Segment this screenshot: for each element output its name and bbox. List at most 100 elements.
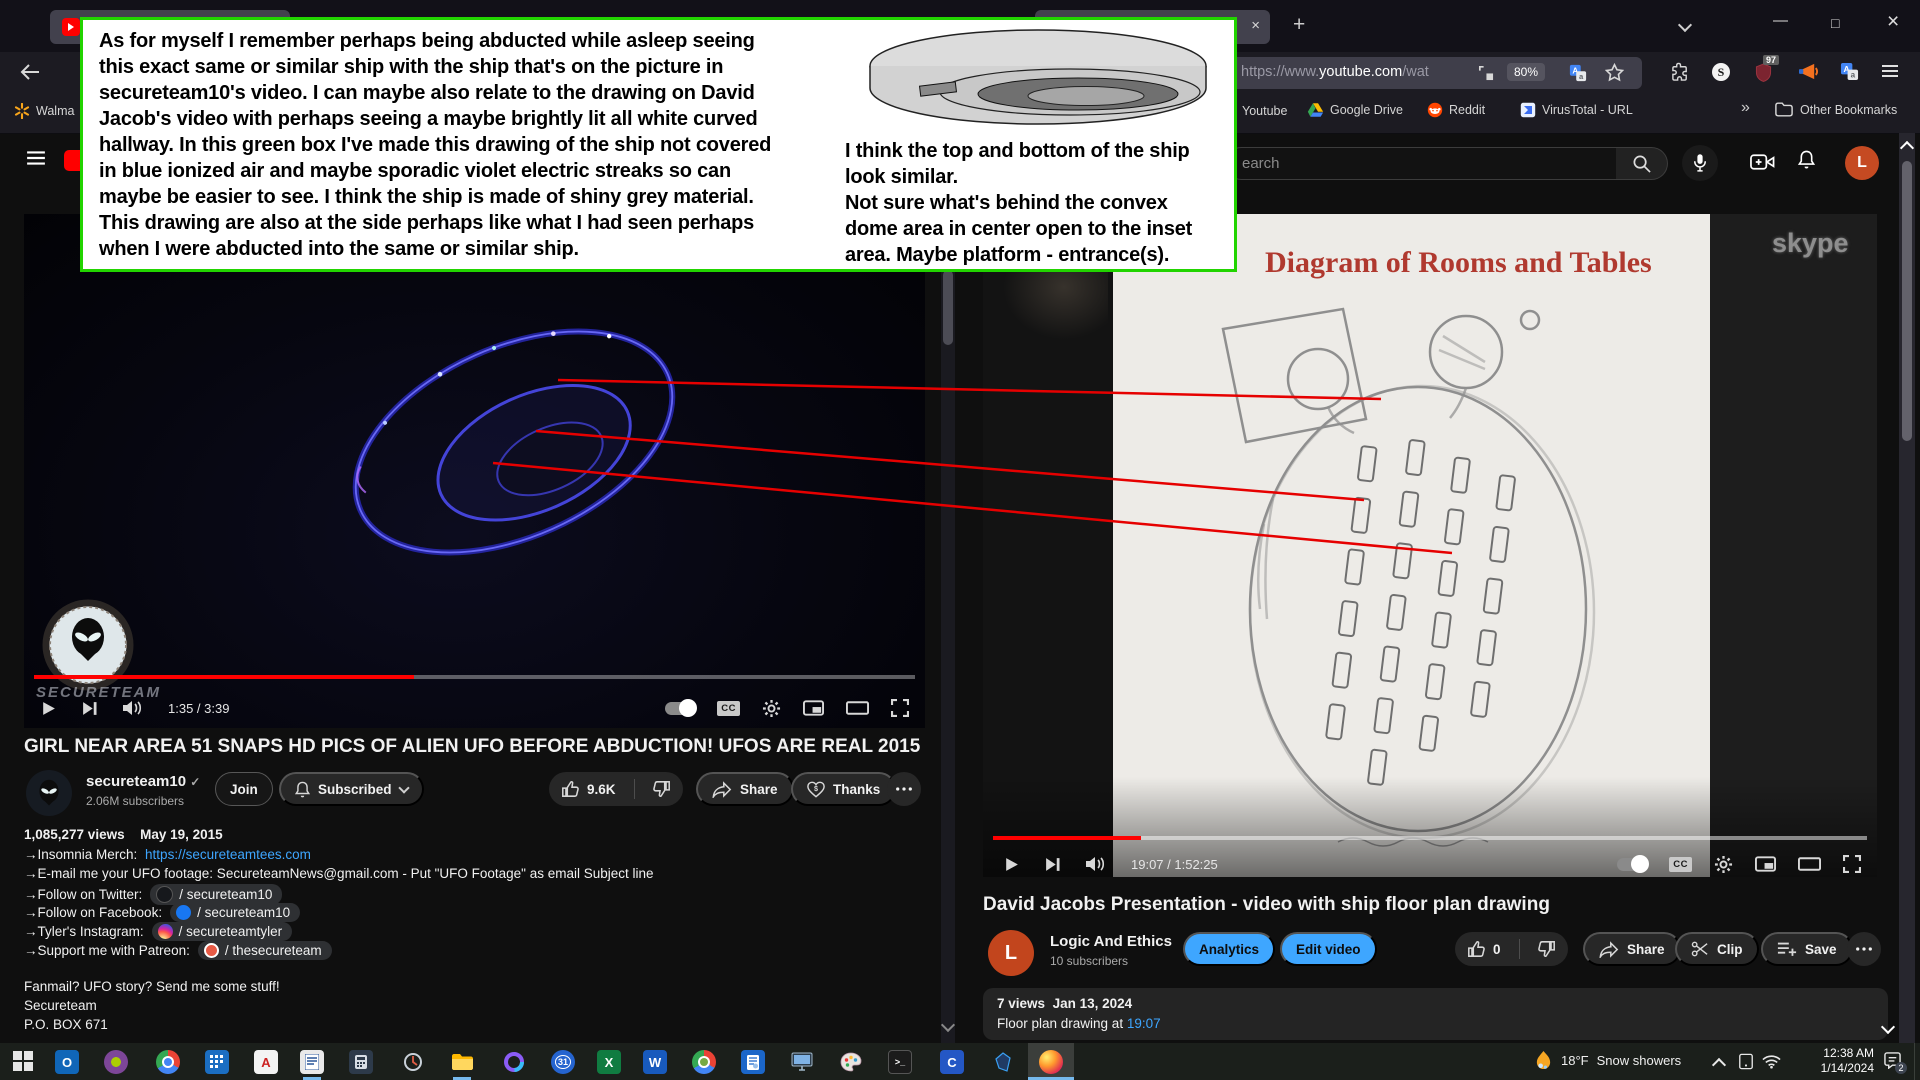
right-scrollbar[interactable] <box>1899 133 1915 1043</box>
adblock-shield-icon[interactable]: 97 <box>1755 63 1772 82</box>
new-tab-icon[interactable]: + <box>1293 13 1305 37</box>
taskbar-calculator-icon[interactable] <box>349 1050 373 1074</box>
minimize-icon[interactable]: — <box>1773 12 1788 29</box>
left-video-player[interactable]: SECURETEAM 1:35 / 3:39 CC <box>24 214 925 728</box>
bookmark-star-icon[interactable] <box>1605 63 1624 82</box>
taskbar-reader-icon[interactable]: A <box>254 1050 278 1074</box>
play-icon[interactable] <box>40 700 57 717</box>
progress-bar[interactable] <box>993 836 1867 840</box>
yt-menu-icon[interactable] <box>26 150 46 166</box>
weather-widget[interactable]: 18°F Snow showers <box>1534 1050 1681 1071</box>
fullscreen-icon[interactable] <box>891 699 909 717</box>
miniplayer-icon[interactable] <box>1755 856 1776 872</box>
taskbar-outlook-icon[interactable]: O <box>55 1050 79 1074</box>
channel-name[interactable]: Logic And Ethics <box>1050 933 1172 950</box>
like-icon[interactable] <box>561 780 579 798</box>
analytics-button[interactable]: Analytics <box>1183 932 1275 966</box>
taskbar-terminal-icon[interactable]: >_ <box>888 1050 912 1074</box>
bookmark-virustotal[interactable]: VirusTotal - URL <box>1520 102 1633 118</box>
taskbar-paint-icon[interactable] <box>839 1050 863 1074</box>
taskbar-remote-desktop-icon[interactable] <box>790 1050 814 1074</box>
translate-extension-icon[interactable] <box>1840 62 1859 81</box>
volume-tray-icon[interactable] <box>1788 1054 1807 1069</box>
zoom-level-badge[interactable]: 80% <box>1507 63 1545 81</box>
more-actions-button[interactable] <box>887 772 921 806</box>
captions-icon[interactable]: CC <box>1669 857 1692 872</box>
window-close-icon[interactable]: × <box>1887 10 1899 34</box>
facebook-pill[interactable]: / secureteam10 <box>170 903 300 922</box>
taskbar-estimator-icon[interactable] <box>741 1050 765 1074</box>
theater-icon[interactable] <box>1798 857 1821 871</box>
bookmark-youtube[interactable]: Youtube <box>1242 104 1287 118</box>
play-icon[interactable] <box>1003 856 1020 873</box>
shortcut-extension-icon[interactable] <box>1711 62 1731 82</box>
screenshot-icon[interactable] <box>1477 64 1494 81</box>
taskbar-chrome-icon[interactable] <box>156 1050 180 1074</box>
taskbar-word-icon[interactable]: W <box>643 1050 667 1074</box>
taskbar-loop-icon[interactable] <box>502 1050 526 1074</box>
account-avatar[interactable]: L <box>1845 146 1879 180</box>
taskbar-tor-icon[interactable] <box>104 1050 128 1074</box>
clip-button[interactable]: Clip <box>1675 932 1759 966</box>
tab-close-icon[interactable]: × <box>1251 17 1260 34</box>
dislike-icon[interactable] <box>1538 940 1556 958</box>
save-button[interactable]: Save <box>1761 932 1853 966</box>
bookmark-gdrive[interactable]: Google Drive <box>1307 102 1403 118</box>
description-panel[interactable]: 7 views Jan 13, 2024 Floor plan drawing … <box>983 988 1888 1040</box>
search-button[interactable] <box>1616 147 1668 180</box>
fullscreen-icon[interactable] <box>1843 855 1861 873</box>
progress-bar[interactable] <box>34 675 915 679</box>
captions-icon[interactable]: CC <box>717 701 740 716</box>
right-video-player[interactable]: Diagram of Rooms and Tables <box>983 214 1877 877</box>
translate-page-icon[interactable] <box>1569 64 1587 82</box>
search-input[interactable]: earch <box>1225 147 1617 180</box>
start-button[interactable] <box>12 1050 34 1072</box>
bookmark-reddit[interactable]: Reddit <box>1427 102 1485 118</box>
volume-icon[interactable] <box>1085 856 1107 872</box>
more-actions-button[interactable] <box>1847 932 1881 966</box>
miniplayer-icon[interactable] <box>803 700 824 716</box>
left-scrollbar-thumb[interactable] <box>943 270 953 345</box>
next-icon[interactable] <box>1044 856 1061 873</box>
show-desktop-button[interactable] <box>1914 1043 1920 1080</box>
next-icon[interactable] <box>81 700 98 717</box>
channel-name[interactable]: secureteam10 ✓ <box>86 773 200 790</box>
other-bookmarks[interactable]: Other Bookmarks <box>1775 102 1897 117</box>
instagram-pill[interactable]: / secureteamtyler <box>152 922 293 941</box>
like-icon[interactable] <box>1467 940 1485 958</box>
megaphone-extension-icon[interactable] <box>1798 62 1819 81</box>
autoplay-toggle[interactable] <box>1617 858 1647 871</box>
taskbar-clipchamp-icon[interactable]: C <box>940 1050 964 1074</box>
taskbar-explorer-icon[interactable] <box>450 1050 474 1074</box>
maximize-icon[interactable]: □ <box>1831 15 1839 31</box>
channel-avatar[interactable] <box>26 770 72 816</box>
dislike-icon[interactable] <box>653 780 671 798</box>
device-tray-icon[interactable] <box>1738 1053 1754 1070</box>
subscribed-button[interactable]: Subscribed <box>279 772 424 806</box>
volume-icon[interactable] <box>122 700 144 716</box>
patreon-pill[interactable]: / thesecureteam <box>198 941 332 960</box>
bookmark-walmart[interactable]: Walma <box>14 103 74 119</box>
join-button[interactable]: Join <box>215 772 273 806</box>
taskbar-obsidian-icon[interactable] <box>991 1050 1015 1074</box>
share-button[interactable]: Share <box>1583 932 1681 966</box>
extensions-puzzle-icon[interactable] <box>1671 62 1690 81</box>
wifi-icon[interactable] <box>1762 1054 1781 1069</box>
url-bar[interactable]: https://www.youtube.com/wat 80% <box>1177 57 1642 89</box>
share-button[interactable]: Share <box>696 772 794 806</box>
autoplay-toggle[interactable] <box>665 702 695 715</box>
back-icon[interactable] <box>18 62 42 82</box>
theater-icon[interactable] <box>846 701 869 715</box>
taskbar-todo-icon[interactable]: 31 <box>551 1050 575 1074</box>
settings-icon[interactable] <box>1714 855 1733 874</box>
thanks-button[interactable]: Thanks <box>791 772 896 806</box>
settings-icon[interactable] <box>762 699 781 718</box>
twitter-pill[interactable]: / secureteam10 <box>150 884 282 905</box>
notifications-bell-icon[interactable] <box>1798 150 1815 169</box>
app-menu-icon[interactable] <box>1881 64 1899 78</box>
tray-expand-icon[interactable] <box>1712 1058 1726 1072</box>
taskbar-excel-icon[interactable]: X <box>597 1050 621 1074</box>
taskbar-firefox-active-tile[interactable] <box>1028 1043 1074 1080</box>
merch-link[interactable]: https://secureteamtees.com <box>145 847 311 862</box>
clock[interactable]: 12:38 AM 1/14/2024 <box>1812 1046 1874 1076</box>
